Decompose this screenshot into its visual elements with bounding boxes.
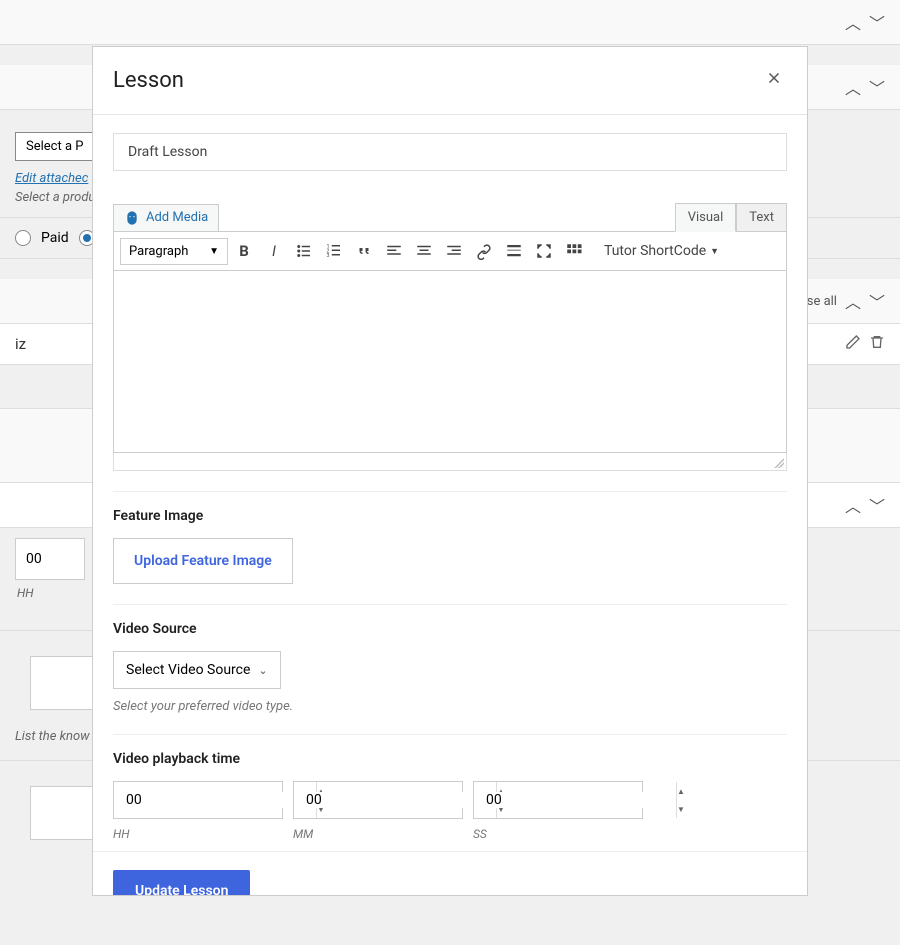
playback-hh-label: HH xyxy=(113,827,283,841)
bullet-list-button[interactable] xyxy=(290,237,318,265)
modal-footer: Update Lesson xyxy=(93,851,807,895)
align-center-button[interactable] xyxy=(410,237,438,265)
feature-image-label: Feature Image xyxy=(113,508,787,524)
tab-visual[interactable]: Visual xyxy=(675,203,737,232)
modal-title: Lesson xyxy=(113,68,184,93)
add-media-button[interactable]: Add Media xyxy=(113,204,219,232)
modal-overlay: Lesson Add Media Visual Text xyxy=(0,0,900,945)
playback-ss-input[interactable] xyxy=(474,792,676,808)
tutor-shortcode-button[interactable]: Tutor ShortCode ▼ xyxy=(596,239,727,263)
video-source-helper: Select your preferred video type. xyxy=(113,699,787,714)
toolbar-toggle-button[interactable] xyxy=(560,237,588,265)
svg-text:3: 3 xyxy=(327,253,330,259)
modal-header: Lesson xyxy=(93,47,807,115)
video-source-select-label: Select Video Source xyxy=(126,662,250,678)
update-lesson-button[interactable]: Update Lesson xyxy=(113,870,250,895)
lesson-title-input[interactable] xyxy=(113,133,787,171)
close-button[interactable] xyxy=(761,65,787,96)
upload-feature-image-button[interactable]: Upload Feature Image xyxy=(113,538,293,584)
link-button[interactable] xyxy=(470,237,498,265)
playback-hh-input[interactable] xyxy=(114,792,316,808)
tutor-shortcode-label: Tutor ShortCode xyxy=(604,243,706,259)
format-select[interactable]: Paragraph ▼ xyxy=(120,238,228,265)
tab-text[interactable]: Text xyxy=(736,203,787,232)
video-source-select[interactable]: Select Video Source ⌄ xyxy=(113,651,281,689)
lesson-modal: Lesson Add Media Visual Text xyxy=(92,46,808,896)
editor-status-bar xyxy=(113,453,787,471)
video-source-label: Video Source xyxy=(113,621,787,637)
italic-button[interactable]: I xyxy=(260,237,288,265)
playback-ss-label: SS xyxy=(473,827,643,841)
fullscreen-button[interactable] xyxy=(530,237,558,265)
playback-mm-input[interactable] xyxy=(294,792,496,808)
editor-mode-tabs: Visual Text xyxy=(675,203,787,232)
add-media-label: Add Media xyxy=(146,210,208,225)
editor-toolbar: Paragraph ▼ B I 123 Tutor xyxy=(113,231,787,271)
format-select-label: Paragraph xyxy=(129,244,188,259)
playback-mm-label: MM xyxy=(293,827,463,841)
align-left-button[interactable] xyxy=(380,237,408,265)
spinner-up[interactable]: ▲ xyxy=(677,782,685,800)
align-right-button[interactable] xyxy=(440,237,468,265)
blockquote-button[interactable] xyxy=(350,237,378,265)
numbered-list-button[interactable]: 123 xyxy=(320,237,348,265)
video-playback-label: Video playback time xyxy=(113,751,787,767)
bold-button[interactable]: B xyxy=(230,237,258,265)
spinner-down[interactable]: ▼ xyxy=(677,800,685,818)
read-more-button[interactable] xyxy=(500,237,528,265)
editor-content-area[interactable] xyxy=(113,271,787,453)
